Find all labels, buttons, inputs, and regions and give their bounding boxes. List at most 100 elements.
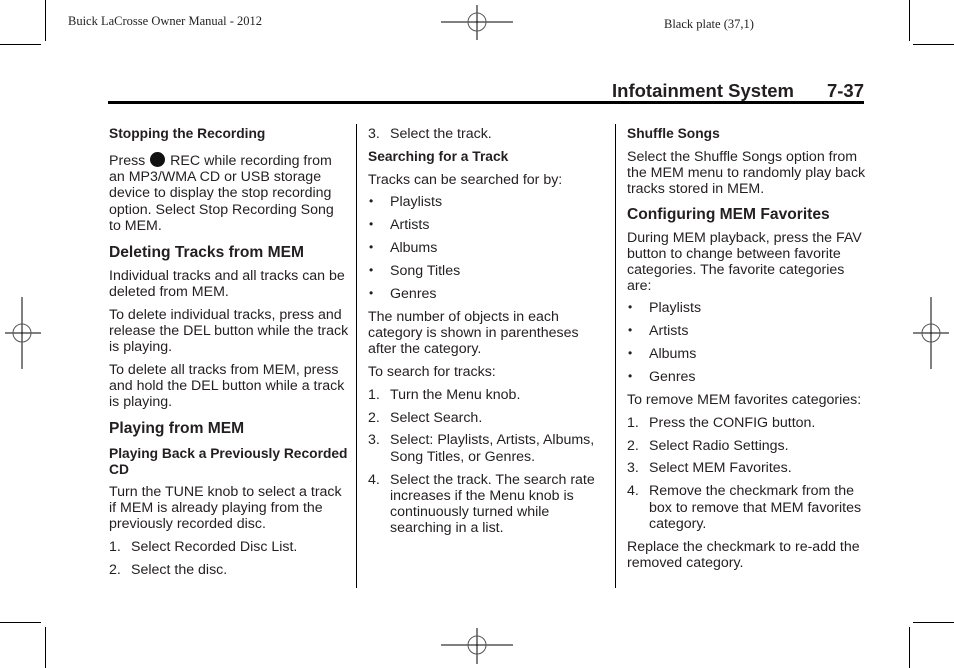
heading-deleting-tracks: Deleting Tracks from MEM bbox=[109, 244, 304, 262]
registration-target-right bbox=[913, 297, 949, 369]
list-item: 3. Select: Playlists, Artists, Albums, So… bbox=[368, 432, 608, 464]
list-item: 3. Select MEM Favorites. bbox=[627, 460, 867, 476]
bullet-text: Artists bbox=[649, 323, 689, 340]
list-item: 2. Select Search. bbox=[368, 410, 608, 426]
step-number: 1. bbox=[368, 386, 380, 403]
step-number: 4. bbox=[627, 483, 639, 500]
step-text: Select the track. The search rate increa… bbox=[390, 471, 595, 537]
list-item: 2. Select Radio Settings. bbox=[627, 438, 867, 454]
step-number: 3. bbox=[627, 460, 639, 477]
list-item: 1. Turn the Menu knob. bbox=[368, 387, 608, 403]
page-header-title: Infotainment System 7-37 bbox=[612, 80, 864, 102]
step-number: 2. bbox=[627, 437, 639, 454]
heading-shuffle-songs: Shuffle Songs bbox=[627, 126, 720, 141]
step-text: Select Radio Settings. bbox=[649, 437, 789, 454]
header-rule bbox=[108, 101, 864, 104]
record-dot-icon bbox=[150, 152, 166, 167]
step-number: 3. bbox=[368, 126, 380, 142]
column-divider-1 bbox=[356, 124, 357, 588]
list-item: • Artists bbox=[368, 217, 608, 233]
bullet-icon: • bbox=[369, 240, 374, 255]
heading-playing-back-cd: Playing Back a Previously Recorded CD bbox=[109, 445, 348, 477]
remove-steps: 1. Press the CONFIG button. 2. Select Radi… bbox=[627, 415, 867, 532]
crop-mark-bottom-right-h bbox=[913, 622, 954, 623]
list-item: • Song Titles bbox=[368, 263, 608, 279]
column-2: 3. Select the track. Searching for a Trac… bbox=[368, 126, 608, 543]
paragraph-delete-2: To delete individual tracks, press and r… bbox=[109, 306, 349, 356]
list-item: 4. Select the track. The search rate incr… bbox=[368, 472, 608, 537]
paragraph-shuffle: Select the Shuffle Songs option from the… bbox=[627, 149, 866, 198]
step-text: Select: Playlists, Artists, Albums, Song… bbox=[390, 432, 595, 465]
step-number: 3. bbox=[368, 432, 380, 449]
bullet-icon: • bbox=[369, 285, 374, 300]
paragraph-replace: Replace the checkmark to re-add the remo… bbox=[627, 538, 860, 571]
bullet-icon: • bbox=[628, 323, 633, 338]
bullet-icon: • bbox=[369, 263, 374, 278]
crop-mark-top-right-v bbox=[909, 0, 910, 41]
paragraph-config: During MEM playback, press the FAV butto… bbox=[627, 229, 862, 295]
list-item: • Albums bbox=[627, 346, 867, 362]
bullet-text: Playlists bbox=[649, 300, 702, 317]
bullet-icon: • bbox=[628, 346, 633, 361]
bullet-icon: • bbox=[628, 300, 633, 315]
list-item: • Albums bbox=[368, 240, 608, 256]
bullet-text: Genres bbox=[649, 369, 696, 386]
manual-title-meta: Buick LaCrosse Owner Manual - 2012 bbox=[68, 14, 263, 28]
heading-stopping-recording: Stopping the Recording bbox=[109, 126, 266, 141]
paragraph-remove-intro: To remove MEM favorites categories: bbox=[627, 391, 862, 408]
step-text: Press the CONFIG button. bbox=[649, 414, 816, 431]
crop-mark-top-left-v bbox=[45, 0, 46, 41]
step-number: 1. bbox=[627, 414, 639, 431]
step-text: Turn the Menu knob. bbox=[390, 386, 521, 403]
step-number: 2. bbox=[109, 561, 121, 578]
registration-target-left bbox=[5, 297, 41, 369]
list-item: • Playlists bbox=[627, 300, 867, 316]
paragraph-delete-1: Individual tracks and all tracks can be … bbox=[109, 268, 345, 301]
list-item: • Genres bbox=[627, 369, 867, 385]
step-number: 2. bbox=[368, 409, 380, 426]
step-text: Select Recorded Disc List. bbox=[131, 538, 298, 555]
heading-searching-track: Searching for a Track bbox=[368, 149, 509, 165]
bullet-text: Artists bbox=[390, 217, 430, 234]
paragraph-search-count: The number of objects in each category i… bbox=[368, 308, 579, 358]
paragraph-search-steps-intro: To search for tracks: bbox=[368, 363, 496, 380]
step-text: Select the track. bbox=[390, 126, 492, 142]
bullet-icon: • bbox=[628, 369, 633, 384]
list-item: 2. Select the disc. bbox=[109, 562, 349, 578]
section-title: Infotainment System bbox=[612, 80, 794, 101]
step-number: 4. bbox=[368, 471, 380, 488]
search-steps: 1. Turn the Menu knob. 2. Select Search. 3… bbox=[368, 387, 608, 537]
paragraph-stop-recording: Press REC while recording from an MP3/WM… bbox=[109, 152, 349, 234]
crop-mark-bottom-left-v bbox=[45, 627, 46, 668]
bullet-icon: • bbox=[369, 194, 374, 209]
list-item: 1. Press the CONFIG button. bbox=[627, 415, 867, 431]
step-text: Remove the checkmark from the box to rem… bbox=[649, 483, 862, 532]
playback-steps-continued: 3. Select the track. bbox=[368, 126, 608, 142]
list-item: 3. Select the track. bbox=[368, 126, 608, 142]
list-item: • Playlists bbox=[368, 194, 608, 210]
step-text: Select MEM Favorites. bbox=[649, 460, 792, 477]
crop-mark-top-left-h bbox=[0, 44, 41, 45]
step-text: Select the disc. bbox=[131, 561, 228, 578]
bullet-icon: • bbox=[369, 217, 374, 232]
paragraph-search-intro: Tracks can be searched for by: bbox=[368, 172, 563, 189]
list-item: 4. Remove the checkmark from the box to r… bbox=[627, 483, 867, 532]
bullet-text: Playlists bbox=[390, 194, 443, 211]
step-text: Select Search. bbox=[390, 409, 483, 426]
registration-target-top bbox=[441, 5, 513, 40]
crop-mark-bottom-left-h bbox=[0, 622, 41, 623]
list-item: • Artists bbox=[627, 323, 867, 339]
crop-mark-top-right-h bbox=[913, 44, 954, 45]
list-item: 1. Select Recorded Disc List. bbox=[109, 539, 349, 555]
bullet-text: Song Titles bbox=[390, 263, 461, 280]
registration-target-bottom bbox=[441, 628, 513, 664]
column-divider-2 bbox=[615, 124, 616, 588]
stop-pre-text: Press bbox=[109, 153, 146, 169]
column-3: Shuffle Songs Select the Shuffle Songs o… bbox=[627, 126, 867, 571]
step-number: 1. bbox=[109, 538, 121, 555]
page-number: 7-37 bbox=[826, 80, 864, 101]
paragraph-playback: Turn the TUNE knob to select a track if … bbox=[109, 483, 342, 533]
bullet-text: Albums bbox=[649, 346, 697, 363]
plate-meta: Black plate (37,1) bbox=[664, 17, 754, 31]
search-categories: • Playlists • Artists • Albums • Song Titles… bbox=[368, 194, 608, 302]
